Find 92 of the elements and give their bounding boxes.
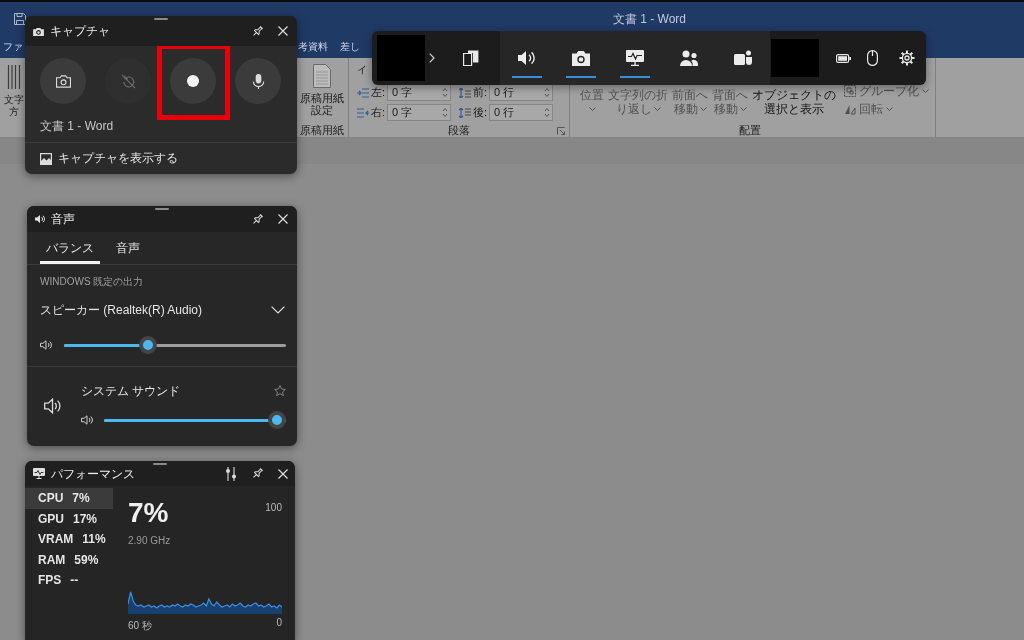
widget-title: パフォーマンス	[51, 466, 135, 481]
gallery-icon	[40, 152, 52, 165]
clock-speed: 2.90 GHz	[128, 534, 171, 548]
field-label: 後:	[473, 105, 488, 120]
ribbon-button[interactable]: オブジェクトの 選択と表示	[752, 88, 836, 116]
axis-label: 0	[276, 617, 282, 629]
close-icon	[278, 468, 288, 479]
drag-handle[interactable]	[154, 18, 168, 20]
metric-item[interactable]: RAM 59%	[25, 549, 113, 570]
redaction-block	[771, 39, 819, 77]
metric-item[interactable]: CPU 7%	[25, 488, 113, 509]
spin-arrows-icon[interactable]	[544, 87, 551, 98]
widget-title: キャプチャ	[50, 24, 110, 38]
capture-button[interactable]	[170, 58, 216, 104]
people-icon	[680, 50, 698, 66]
tab[interactable]: バランス	[40, 232, 100, 264]
text-direction-icon	[7, 64, 21, 90]
field-label: 前:	[473, 85, 488, 100]
window-title: 文書 1 - Word	[612, 10, 686, 28]
history-slash-icon	[120, 73, 136, 89]
settings-icon	[899, 50, 915, 66]
axis-label: 60 秒	[128, 620, 152, 632]
gallery-link[interactable]: キャプチャを表示する	[40, 150, 178, 167]
field-label: 右:	[371, 105, 386, 120]
group-icon	[844, 85, 856, 97]
group-label: 配置	[738, 124, 761, 137]
volume-slider[interactable]	[64, 336, 286, 354]
speaker-icon	[35, 215, 45, 223]
group-label: 原稿用紙	[300, 124, 344, 137]
ribbon-tab[interactable]: 差し	[340, 39, 360, 55]
capture-source: 文書 1 - Word	[40, 118, 114, 134]
overlapping-panels-icon	[463, 50, 479, 66]
speaker-icon	[44, 398, 62, 414]
drag-handle[interactable]	[153, 463, 167, 465]
capture-button[interactable]	[40, 58, 86, 104]
microphone-icon	[250, 73, 266, 89]
metric-item[interactable]: VRAM 11%	[25, 529, 113, 550]
axis-label: 100	[265, 502, 282, 514]
group-label: 段落	[448, 124, 470, 137]
chevron-right-icon[interactable]	[429, 53, 435, 63]
drag-handle[interactable]	[155, 208, 169, 210]
volume-icon	[40, 340, 52, 350]
spin-arrows-icon[interactable]	[442, 107, 449, 118]
camera-icon	[33, 26, 44, 36]
document-icon	[313, 64, 331, 88]
sliders-icon	[225, 466, 237, 481]
usage-value: 7%	[128, 498, 169, 528]
metric-item[interactable]: GPU 17%	[25, 508, 113, 529]
caret-icon	[886, 107, 893, 111]
metric-item[interactable]: FPS --	[25, 570, 113, 591]
spin-arrows-icon[interactable]	[544, 107, 551, 118]
widget-title: 音声	[51, 212, 75, 226]
number-field[interactable]: 0 字	[387, 104, 452, 121]
indent-icon	[357, 87, 369, 98]
camera-icon	[55, 73, 71, 89]
ribbon-tab[interactable]: ファ	[3, 39, 23, 55]
capture-button[interactable]	[235, 58, 281, 104]
redaction-block	[377, 35, 425, 81]
speaker-icon	[518, 50, 536, 66]
monitor-pulse-icon	[626, 50, 644, 66]
indent-icon	[357, 107, 369, 118]
chevron-down-icon[interactable]	[271, 306, 285, 314]
volume-slider[interactable]	[104, 411, 286, 429]
battery-icon	[835, 53, 851, 63]
line-spacing-icon	[459, 87, 471, 98]
app-name: システム サウンド	[81, 382, 181, 400]
close-icon	[278, 26, 288, 36]
slider-thumb[interactable]	[268, 411, 286, 429]
save-icon[interactable]	[14, 13, 26, 25]
manuscript-settings-button[interactable]: 原稿用紙 設定	[300, 58, 344, 116]
person-tile-icon	[734, 50, 752, 66]
line-spacing-icon	[459, 107, 471, 118]
camera-icon	[572, 50, 590, 66]
mouse-icon	[866, 50, 878, 66]
device-name: スピーカー (Realtek(R) Audio)	[40, 301, 203, 319]
rotate-icon	[844, 103, 856, 115]
spin-arrows-icon[interactable]	[442, 87, 449, 98]
star-icon[interactable]	[274, 385, 286, 397]
section-label: WINDOWS 既定の出力	[40, 275, 144, 289]
monitor-pulse-icon	[33, 468, 45, 479]
close-icon	[278, 214, 288, 224]
text-direction-button[interactable]: 文字 方	[4, 58, 24, 118]
field-label: 左:	[371, 85, 386, 100]
slider-thumb[interactable]	[139, 336, 158, 354]
ribbon-tab[interactable]: 考資料	[298, 39, 328, 55]
section-header: イ	[357, 64, 367, 76]
tab[interactable]: 音声	[110, 232, 146, 264]
caret-icon	[922, 89, 929, 93]
volume-icon	[81, 415, 93, 425]
dialog-launcher-icon[interactable]	[557, 126, 565, 135]
record-dot-icon	[187, 75, 199, 87]
number-field[interactable]: 0 行	[489, 104, 554, 121]
